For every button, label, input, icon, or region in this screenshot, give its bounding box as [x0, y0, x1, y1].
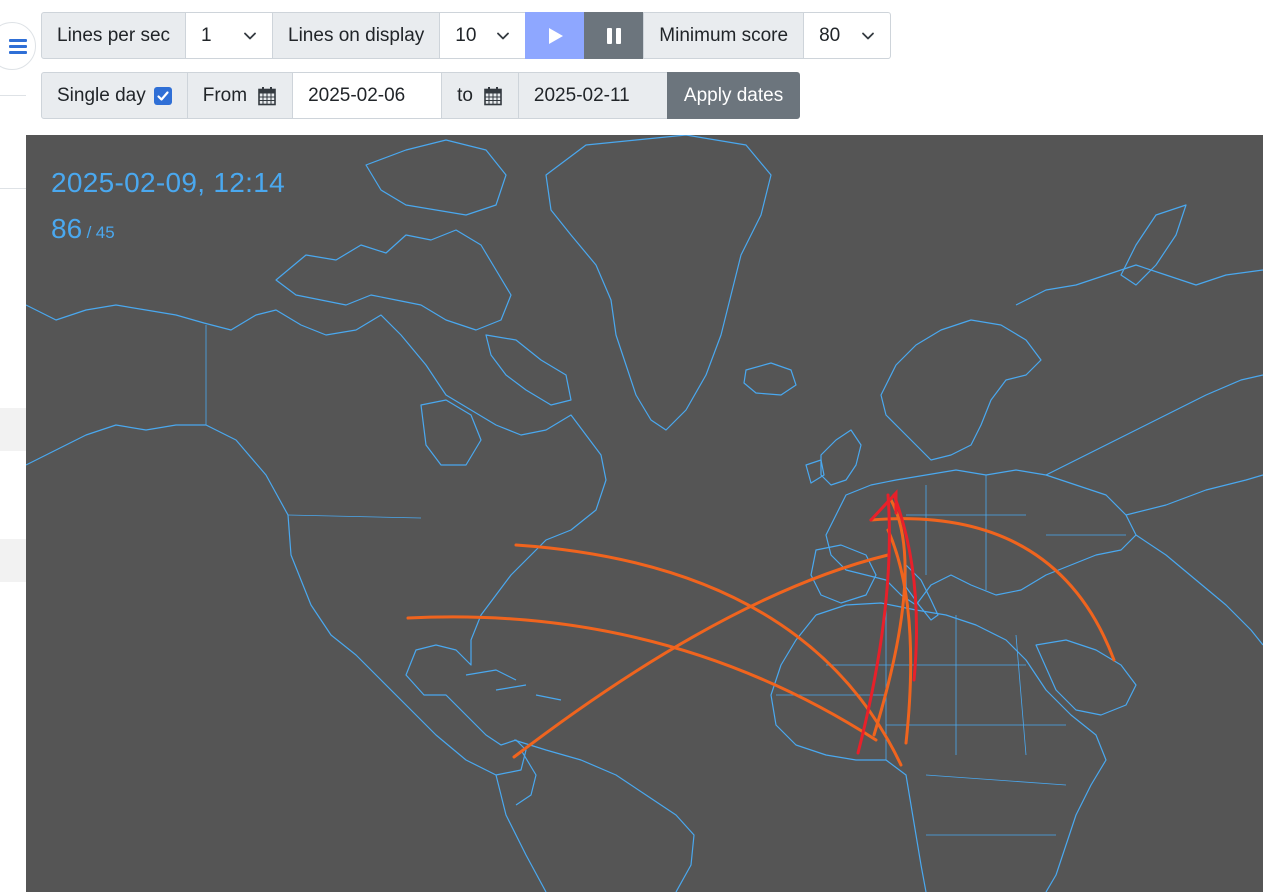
single-day-group: Single day [41, 72, 188, 119]
count-separator: / [86, 223, 92, 242]
sidebar-item-active[interactable] [0, 408, 26, 451]
play-icon [549, 27, 564, 44]
chevron-down-icon [862, 32, 874, 39]
coastlines [26, 135, 1263, 892]
line-total: 45 [95, 223, 115, 242]
continental-europe-outline [825, 469, 1137, 606]
sidebar-divider [0, 95, 26, 96]
from-date-input[interactable]: 2025-02-06 [292, 72, 443, 119]
line-count: 86 [51, 213, 83, 244]
lines-per-sec-value: 1 [201, 24, 212, 46]
minimum-score-select[interactable]: 80 [803, 12, 892, 59]
lines-on-display-value: 10 [455, 24, 477, 46]
sidebar: › › › › [0, 0, 36, 892]
date-toolbar: Single day From 2025-02-06 to 2025-02-11… [41, 72, 801, 119]
minimum-score-label: Minimum score [643, 12, 805, 59]
sidebar-item-active[interactable] [0, 539, 26, 582]
route-arc [869, 489, 898, 522]
single-day-label: Single day [57, 84, 146, 106]
single-day-checkbox[interactable] [153, 86, 172, 105]
pause-button[interactable] [584, 12, 645, 59]
greenland-outline [545, 135, 772, 431]
route-arc [856, 493, 891, 755]
south-america-outline [495, 739, 695, 892]
current-timestamp: 2025-02-09, 12:14 [51, 167, 285, 198]
ellesmere-island [365, 139, 507, 216]
play-button[interactable] [525, 12, 586, 59]
iceland-outline [743, 362, 797, 396]
scandinavia-outline [880, 319, 1042, 461]
menu-button[interactable] [0, 22, 36, 70]
pause-icon [607, 27, 622, 44]
africa-outline [770, 602, 1107, 892]
map-canvas [26, 135, 1263, 892]
minimum-score-value: 80 [819, 24, 841, 46]
kamchatka-outline [1120, 204, 1187, 286]
calendar-icon [258, 86, 276, 105]
to-date-input[interactable]: 2025-02-11 [517, 72, 668, 119]
uk-outline [820, 429, 862, 486]
menu-icon [9, 39, 27, 54]
checkmark-icon [157, 90, 169, 101]
route-arc [514, 543, 903, 767]
chevron-down-icon [497, 32, 510, 39]
chevron-down-icon [244, 32, 256, 39]
from-label: From [202, 84, 248, 106]
from-label-group: From [186, 72, 294, 119]
caribbean-islands [465, 669, 562, 701]
arctic-islands [275, 229, 512, 331]
calendar-icon [484, 86, 502, 105]
arabian-peninsula-outline [1035, 639, 1137, 716]
country-borders [205, 325, 1126, 836]
iberia-outline [810, 544, 877, 604]
route-arc [406, 615, 878, 742]
sidebar-divider [0, 188, 26, 189]
baffin-island [485, 334, 572, 406]
hudson-bay [420, 399, 482, 466]
siberia-coast [1015, 264, 1263, 306]
lines-per-sec-select[interactable]: 1 [185, 12, 274, 59]
world-map[interactable]: 2025-02-09, 12:14 86 / 45 [26, 135, 1263, 892]
italy-outline [905, 564, 939, 621]
lines-per-sec-label: Lines per sec [41, 12, 187, 59]
central-america-outline [515, 749, 537, 806]
to-label-group: to [441, 72, 519, 119]
to-label: to [457, 84, 473, 106]
north-america-outline [26, 304, 607, 776]
lines-on-display-select[interactable]: 10 [439, 12, 527, 59]
apply-dates-button[interactable]: Apply dates [666, 72, 801, 119]
playback-toolbar: Lines per sec 1 Lines on display 10 Mini… [41, 12, 892, 59]
asia-outline [1045, 374, 1263, 646]
line-counter: 86 / 45 [51, 213, 115, 245]
lines-on-display-label: Lines on display [272, 12, 441, 59]
